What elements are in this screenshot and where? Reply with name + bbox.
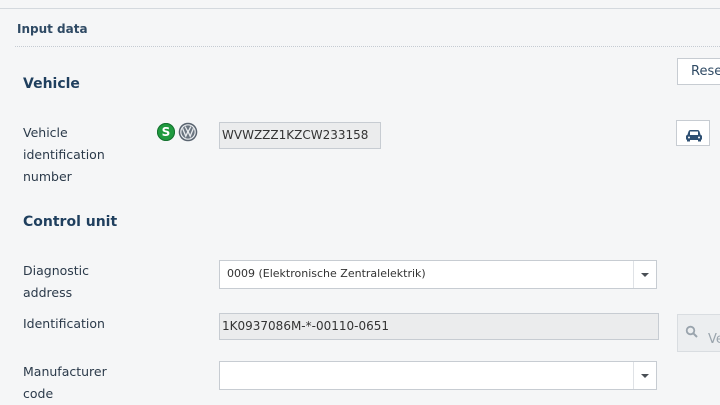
control-unit-heading: Control unit [23,214,118,230]
service-badge: S [157,123,175,141]
vin-value: WVWZZZ1KZCW233158 [222,128,369,142]
manuf-label-line2: code [23,386,54,401]
vehicle-select-button[interactable] [676,120,710,146]
identification-label: Identification [23,316,105,331]
vin-label-line2: identification [23,147,105,162]
vin-label-line1: Vehicle [23,125,68,140]
verify-button[interactable]: Ve [677,314,720,352]
vw-logo-icon [178,122,198,142]
chevron-down-icon[interactable] [633,261,656,288]
identification-field[interactable]: 1K0937086M-*-00110-0651 [219,313,659,340]
vin-label: Vehicle identification number [23,122,105,188]
identification-value: 1K0937086M-*-00110-0651 [222,319,390,333]
car-icon [686,130,702,142]
manuf-label-line1: Manufacturer [23,364,107,379]
diag-address-value: 0009 (Elektronische Zentralelektrik) [227,267,426,280]
vin-label-line3: number [23,169,72,184]
reset-button[interactable]: Rese [677,58,720,85]
diag-label-line1: Diagnostic [23,263,90,278]
manufacturer-code-select[interactable] [219,361,657,390]
vehicle-heading: Vehicle [23,76,80,92]
diag-label-line2: address [23,285,73,300]
manufacturer-code-label: Manufacturer code [23,361,107,405]
panel-title: Input data [17,22,88,36]
vin-field[interactable]: WVWZZZ1KZCW233158 [219,122,381,149]
diag-address-label: Diagnostic address [23,260,89,304]
divider [15,46,720,47]
verify-button-label: Ve [708,332,720,347]
diag-address-select[interactable]: 0009 (Elektronische Zentralelektrik) [219,260,657,289]
top-border [0,0,720,9]
chevron-down-icon[interactable] [633,362,656,389]
search-icon [685,325,698,338]
